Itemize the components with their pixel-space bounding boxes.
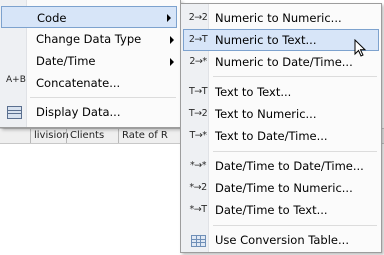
conversion-table-icon xyxy=(191,235,206,247)
text-to-text-icon: T→T xyxy=(188,86,208,97)
submenu-item-label: Text to Text... xyxy=(215,85,292,99)
date-time-to-numeric-icon: *→2 xyxy=(189,182,207,193)
numeric-to-date-time-icon: 2→* xyxy=(189,56,207,67)
submenu-item-date-time-to-date-time[interactable]: *→* Date/Time to Date/Time... xyxy=(183,155,379,177)
transform-menu: Code Change Data Type Date/Time A+B Conc… xyxy=(0,0,181,128)
column-header[interactable]: Clients xyxy=(66,129,104,143)
submenu-item-numeric-to-numeric[interactable]: 2→2 Numeric to Numeric... xyxy=(183,7,379,29)
submenu-arrow-icon xyxy=(170,58,174,66)
submenu-item-label: Numeric to Numeric... xyxy=(215,11,342,25)
submenu-separator xyxy=(213,225,377,226)
submenu-item-numeric-to-text[interactable]: 2→T Numeric to Text... xyxy=(183,29,379,51)
menu-item-label: Date/Time xyxy=(36,54,96,68)
text-to-numeric-icon: T→2 xyxy=(188,108,208,119)
submenu-item-label: Numeric to Date/Time... xyxy=(215,55,353,69)
date-time-to-date-time-icon: *→* xyxy=(190,160,206,171)
concatenate-icon: A+B xyxy=(6,76,26,85)
submenu-item-label: Text to Date/Time... xyxy=(215,129,328,143)
numeric-to-numeric-icon: 2→2 xyxy=(188,12,208,23)
menu-item-date-time[interactable]: Date/Time xyxy=(0,50,180,72)
submenu-arrow-icon xyxy=(167,14,171,22)
submenu-separator xyxy=(213,151,377,152)
submenu-separator xyxy=(213,76,377,77)
submenu-item-label: Numeric to Text... xyxy=(215,33,317,47)
submenu-item-label: Text to Numeric... xyxy=(215,107,317,121)
mouse-pointer-icon xyxy=(354,39,367,57)
column-header[interactable]: Rate of R xyxy=(118,129,168,143)
menu-item-label: Change Data Type xyxy=(36,32,142,46)
date-time-to-text-icon: *→T xyxy=(189,204,207,215)
submenu-item-date-time-to-numeric[interactable]: *→2 Date/Time to Numeric... xyxy=(183,177,379,199)
numeric-to-text-icon: 2→T xyxy=(188,34,208,45)
text-to-date-time-icon: T→* xyxy=(189,130,207,141)
menu-separator xyxy=(30,97,176,98)
column-header[interactable]: livision xyxy=(30,129,69,143)
menu-item-label: Display Data... xyxy=(36,105,121,119)
menu-item-label: Code xyxy=(37,11,67,25)
submenu-item-text-to-date-time[interactable]: T→* Text to Date/Time... xyxy=(183,125,379,147)
menu-item-concatenate[interactable]: A+B Concatenate... xyxy=(0,72,180,94)
submenu-item-label: Use Conversion Table... xyxy=(215,233,349,247)
menu-item-code[interactable]: Code xyxy=(1,6,177,28)
submenu-item-text-to-text[interactable]: T→T Text to Text... xyxy=(183,81,379,103)
submenu-item-use-conversion-table[interactable]: Use Conversion Table... xyxy=(183,229,379,251)
submenu-arrow-icon xyxy=(170,36,174,44)
menu-item-display-data[interactable]: Display Data... xyxy=(0,101,180,123)
concatenate-icon-text: A+B xyxy=(6,75,26,85)
code-submenu: 2→2 Numeric to Numeric... 2→T Numeric to… xyxy=(180,3,382,253)
submenu-item-text-to-numeric[interactable]: T→2 Text to Numeric... xyxy=(183,103,379,125)
submenu-item-label: Date/Time to Numeric... xyxy=(215,181,353,195)
submenu-item-label: Date/Time to Text... xyxy=(215,203,328,217)
submenu-item-numeric-to-date-time[interactable]: 2→* Numeric to Date/Time... xyxy=(183,51,379,73)
submenu-item-label: Date/Time to Date/Time... xyxy=(215,159,364,173)
display-data-icon xyxy=(7,106,22,119)
submenu-item-date-time-to-text[interactable]: *→T Date/Time to Text... xyxy=(183,199,379,221)
menu-item-label: Concatenate... xyxy=(36,76,121,90)
menu-item-change-data-type[interactable]: Change Data Type xyxy=(0,28,180,50)
